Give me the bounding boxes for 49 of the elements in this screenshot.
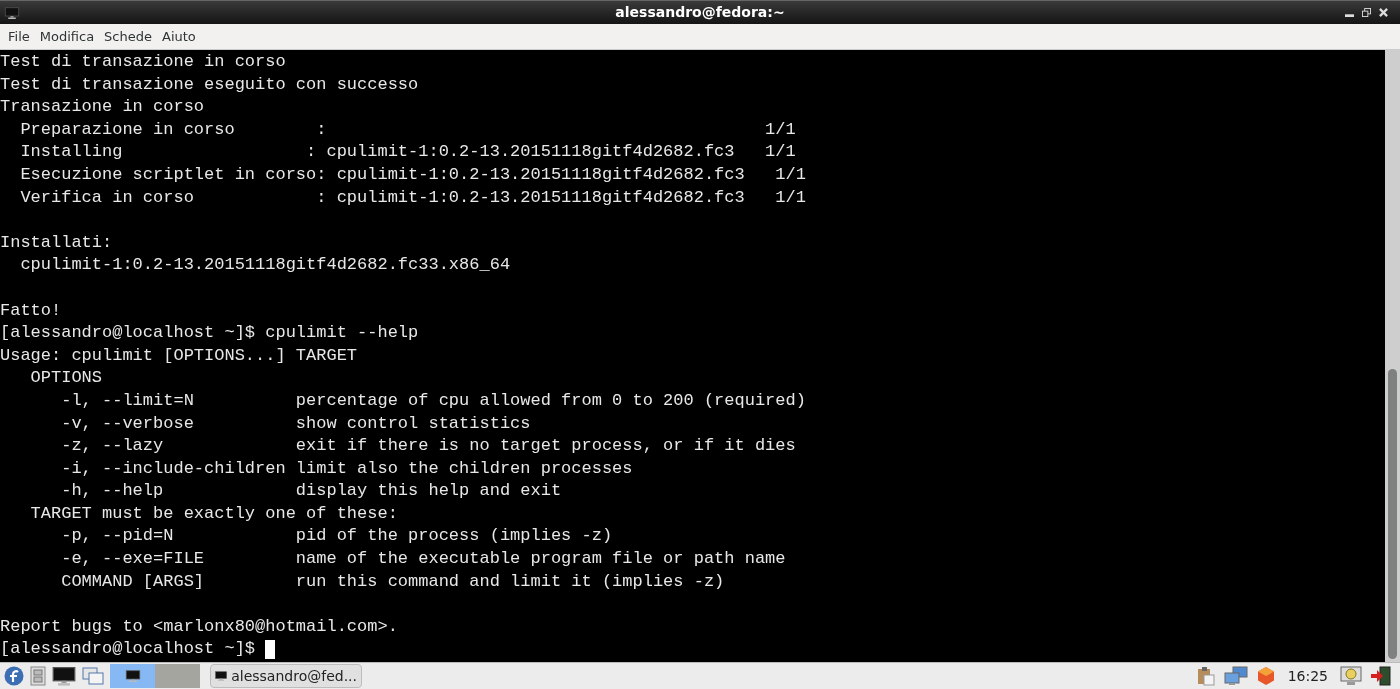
- terminal-line: -p, --pid=N pid of the process (implies -z): [60, 525, 614, 548]
- close-icon[interactable]: [1379, 8, 1388, 17]
- restore-icon[interactable]: [1362, 8, 1371, 17]
- terminal-line: Test di transazione in corso: [0, 51, 287, 73]
- terminal-line: [alessandro@localhost ~]$ cpulimit --help: [0, 322, 420, 345]
- terminal-line: Installing : cpulimit-1:0.2-13.20151118gitf4d2682.fc3 1/1: [19, 141, 797, 164]
- terminal-line: -v, --verbose show control statistics: [60, 412, 532, 435]
- terminal-icon: [215, 668, 228, 684]
- terminal-line: Preparazione in corso : 1/1: [19, 118, 797, 141]
- terminal-line: TARGET must be exactly one of these:: [29, 502, 399, 525]
- clipboard-icon[interactable]: [1195, 666, 1216, 686]
- cube-icon[interactable]: [1255, 666, 1276, 686]
- scrollbar-thumb[interactable]: [1388, 369, 1397, 659]
- terminal-line: Verifica in corso : cpulimit-1:0.2-13.20151118gitf4d2682.fc3 1/1: [19, 186, 807, 209]
- scrollbar[interactable]: [1385, 50, 1400, 662]
- terminal-line: COMMAND [ARGS] run this command and limit it (implies -z): [60, 570, 726, 593]
- menu-item[interactable]: Aiuto: [157, 26, 201, 47]
- monitor-icon: [52, 666, 76, 686]
- terminal-prompt: [alessandro@localhost ~]$: [0, 638, 257, 661]
- terminal-line: OPTIONS: [29, 367, 104, 390]
- terminal-line: Report bugs to <marlonx80@hotmail.com>.: [0, 615, 399, 638]
- clock[interactable]: 16:25: [1283, 665, 1332, 687]
- fedora-logo-icon[interactable]: [4, 666, 24, 686]
- terminal-line: Test di transazione eseguito con successo: [0, 73, 420, 96]
- terminal-line: Installati:: [0, 231, 114, 254]
- network-icon[interactable]: [1223, 666, 1248, 686]
- monitor-icon: [124, 670, 141, 682]
- terminal-line: cpulimit-1:0.2-13.20151118gitf4d2682.fc33.x86_64: [19, 254, 512, 277]
- terminal-line: Esecuzione scriptlet in corso: cpulimit-1:0.2-13.20151118gitf4d2682.fc3 1/1: [19, 163, 807, 186]
- workspace-button[interactable]: [110, 664, 155, 688]
- terminal-line: Transazione in corso: [0, 96, 206, 119]
- text-cursor: [265, 640, 276, 660]
- terminal-icon: [4, 6, 20, 19]
- terminal-line: Fatto!: [0, 299, 63, 322]
- terminal-line: -h, --help display this help and exit: [60, 480, 563, 503]
- terminal-line: -l, --limit=N percentage of cpu allowed from 0 to 200 (required): [60, 389, 807, 412]
- logout-icon[interactable]: [1370, 666, 1392, 686]
- lock-screen-icon[interactable]: [1340, 666, 1362, 686]
- window-title: alessandro@fedora:~: [615, 3, 785, 22]
- taskbar-window-button[interactable]: alessandro@fed...: [210, 664, 362, 688]
- terminal-line: -i, --include-children limit also the children processes: [60, 457, 634, 480]
- menu-item[interactable]: Schede: [99, 26, 157, 47]
- menu-item[interactable]: Modifica: [34, 26, 100, 47]
- menu-item[interactable]: File: [3, 26, 35, 47]
- terminal-line: -e, --exe=FILE name of the executable program file or path name: [60, 548, 787, 571]
- windows-icon[interactable]: [82, 667, 104, 685]
- terminal-line: -z, --lazy exit if there is no target process, or if it dies: [60, 435, 797, 458]
- terminal-line: Usage: cpulimit [OPTIONS...] TARGET: [0, 344, 359, 367]
- file-cabinet-icon[interactable]: [30, 666, 46, 686]
